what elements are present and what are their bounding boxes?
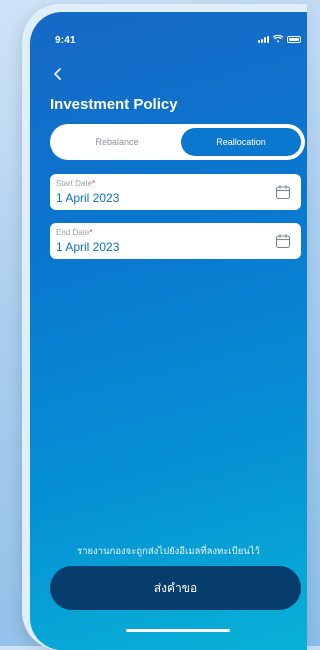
- wifi-icon: [273, 35, 283, 43]
- submit-request-button[interactable]: ส่งคำขอ: [50, 566, 301, 610]
- required-mark: *: [89, 228, 93, 237]
- status-bar: 9:41: [30, 12, 307, 46]
- end-date-field[interactable]: End Date* 1 April 2023: [50, 223, 301, 259]
- start-date-value: 1 April 2023: [56, 191, 120, 205]
- calendar-icon[interactable]: [275, 233, 291, 249]
- chevron-left-icon[interactable]: [51, 67, 65, 81]
- end-date-label-text: End Date: [56, 228, 90, 237]
- page-title: Investment Policy: [50, 96, 178, 113]
- end-date-value: 1 April 2023: [56, 240, 120, 254]
- battery-icon: [287, 36, 301, 43]
- tab-rebalance[interactable]: Rebalance: [54, 128, 180, 156]
- status-time: 9:41: [55, 35, 76, 46]
- status-icons: [258, 35, 301, 43]
- email-notice-text: รายงานกองจะถูกส่งไปยังอีเมลที่ลงทะเบียนไ…: [77, 546, 260, 557]
- policy-type-segmented-control: Rebalance Reallocation: [50, 124, 305, 160]
- calendar-icon[interactable]: [275, 184, 291, 200]
- start-date-label: Start Date*: [56, 179, 95, 188]
- tab-reallocation[interactable]: Reallocation: [181, 128, 301, 156]
- signal-icon: [258, 36, 269, 43]
- app-screen: 9:41 Investment Policy Rebalance Realloc…: [30, 12, 307, 650]
- end-date-label: End Date*: [56, 228, 92, 237]
- home-indicator[interactable]: [126, 629, 230, 632]
- start-date-label-text: Start Date: [56, 179, 93, 188]
- phone-frame: 9:41 Investment Policy Rebalance Realloc…: [22, 4, 307, 650]
- start-date-field[interactable]: Start Date* 1 April 2023: [50, 174, 301, 210]
- required-mark: *: [92, 179, 96, 188]
